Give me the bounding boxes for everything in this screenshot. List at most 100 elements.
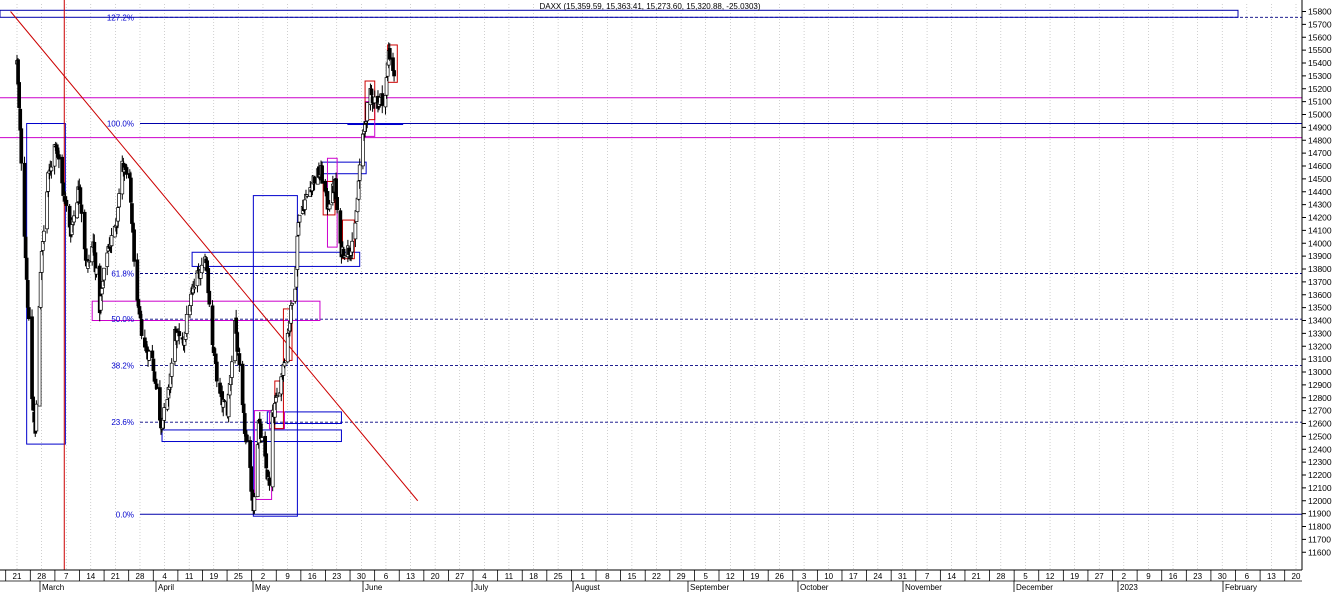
y-tick-label: 14500: [1308, 174, 1332, 184]
y-tick-label: 13200: [1308, 341, 1332, 351]
fib-level-label: 61.8%: [111, 270, 134, 279]
x-tick-label: 31: [898, 572, 907, 581]
y-tick-label: 13900: [1308, 251, 1332, 261]
x-month-label: May: [255, 583, 270, 592]
candle-body: [137, 306, 142, 315]
y-tick-label: 11700: [1308, 534, 1331, 544]
candle-body: [267, 477, 272, 486]
x-tick-label: 18: [529, 572, 538, 581]
price-chart: 127.2%100.0%61.8%50.0%38.2%23.6%0.0% 116…: [0, 0, 1336, 592]
candle-body: [210, 305, 215, 346]
candle-body: [357, 164, 362, 181]
x-tick-label: 27: [1095, 572, 1104, 581]
candle-body: [129, 177, 133, 203]
y-tick-label: 13500: [1308, 303, 1332, 313]
y-tick-label: 14000: [1308, 238, 1332, 248]
x-tick-label: 25: [554, 572, 563, 581]
x-tick-label: 22: [652, 572, 661, 581]
candle-body: [45, 191, 49, 230]
x-tick-label: 12: [726, 572, 735, 581]
fib-level-label: 50.0%: [111, 315, 134, 324]
x-tick-label: 28: [37, 572, 46, 581]
x-month-label: October: [800, 583, 829, 592]
candle-body: [338, 210, 343, 244]
candle-body: [252, 496, 257, 511]
x-tick-label: 19: [209, 572, 218, 581]
x-tick-label: 21: [13, 572, 22, 581]
chart-window: 127.2% 100.0% 61.8% 50.0% 38.2% 23.6% 0.0% 116…: [0, 0, 1336, 592]
fib-level-label: 100.0%: [107, 120, 134, 129]
x-tick-label: 17: [849, 572, 858, 581]
candle-body: [17, 82, 21, 108]
candle-body: [54, 144, 59, 151]
candle-body: [117, 193, 121, 208]
y-tick-label: 12500: [1308, 431, 1332, 441]
x-tick-label: 26: [775, 572, 784, 581]
y-tick-label: 12100: [1308, 483, 1332, 493]
candle-body: [150, 350, 155, 359]
candle-body: [282, 362, 287, 367]
x-tick-label: 3: [802, 572, 807, 581]
x-month-label: April: [158, 583, 174, 592]
y-tick-label: 12900: [1308, 380, 1332, 390]
candle-body: [380, 93, 385, 106]
x-tick-label: 25: [234, 572, 243, 581]
candle-body: [72, 215, 76, 223]
y-tick-label: 15200: [1308, 84, 1332, 94]
y-tick-label: 12200: [1308, 470, 1332, 480]
candle-body: [290, 303, 294, 306]
candle-body: [211, 346, 216, 354]
y-tick-label: 12800: [1308, 393, 1332, 403]
x-tick-label: 1: [580, 572, 585, 581]
y-tick-label: 13300: [1308, 328, 1332, 338]
y-tick-label: 15600: [1308, 32, 1332, 42]
x-tick-label: 30: [357, 572, 366, 581]
x-month-label: February: [1225, 583, 1257, 592]
y-tick-label: 13000: [1308, 367, 1332, 377]
x-tick-label: 12: [1046, 572, 1055, 581]
chart-header: DAXX (15,359.59, 15,363.41, 15,273.60, 1…: [539, 2, 760, 11]
x-tick-label: 21: [111, 572, 120, 581]
candle-body: [327, 203, 332, 210]
candle-body: [184, 314, 189, 334]
x-month-label: June: [365, 583, 383, 592]
candle-body: [260, 437, 264, 442]
y-tick-label: 14300: [1308, 200, 1332, 210]
x-month-label: December: [1016, 583, 1053, 592]
x-tick-label: 27: [455, 572, 464, 581]
x-tick-label: 19: [1070, 572, 1079, 581]
candle-body: [79, 204, 84, 214]
x-tick-label: 7: [925, 572, 930, 581]
candle-body: [189, 293, 193, 306]
candle-body: [130, 203, 134, 224]
candle-body: [275, 395, 279, 398]
candle-body: [214, 361, 219, 382]
x-month-label: 2023: [1120, 583, 1138, 592]
candle-body: [42, 230, 46, 242]
candle-body: [293, 288, 298, 302]
candle-body: [297, 214, 302, 223]
y-tick-label: 12300: [1308, 457, 1332, 467]
y-tick-label: 14200: [1308, 213, 1332, 223]
y-tick-label: 15800: [1308, 7, 1332, 17]
candle-body: [139, 319, 144, 336]
x-tick-label: 20: [431, 572, 440, 581]
candle-body: [342, 255, 347, 258]
x-tick-label: 23: [332, 572, 341, 581]
x-tick-label: 28: [136, 572, 145, 581]
candle-body: [116, 207, 120, 222]
candle-body: [255, 444, 260, 497]
y-tick-label: 15500: [1308, 45, 1332, 55]
candle-body: [57, 154, 61, 160]
x-month-label: July: [474, 583, 488, 592]
x-tick-label: 9: [1146, 572, 1151, 581]
candle-body: [353, 222, 358, 240]
candle-body: [24, 257, 29, 280]
x-month-label: March: [42, 583, 64, 592]
y-tick-label: 13600: [1308, 290, 1332, 300]
x-tick-label: 4: [162, 572, 167, 581]
x-tick-label: 13: [406, 572, 415, 581]
candle-body: [264, 453, 269, 469]
x-tick-label: 13: [1267, 572, 1276, 581]
x-tick-label: 5: [1023, 572, 1028, 581]
